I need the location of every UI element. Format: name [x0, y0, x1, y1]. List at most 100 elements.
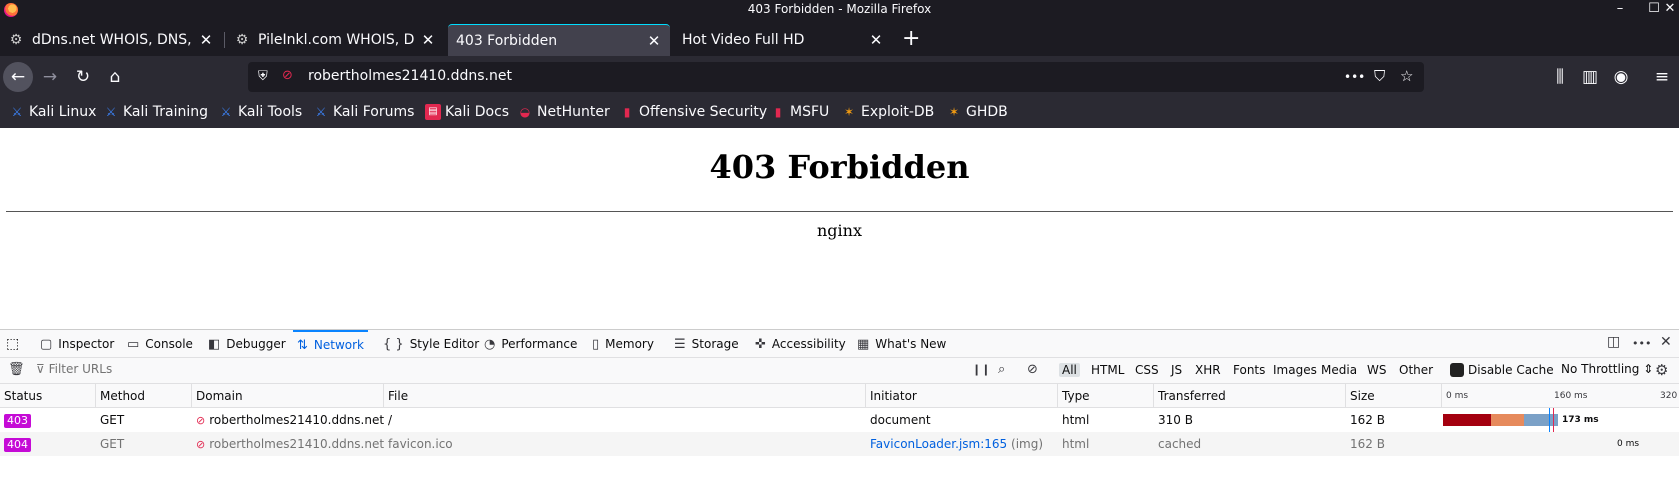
back-button[interactable]: ← — [3, 62, 33, 92]
bookmark-kali-linux[interactable]: ⚔ Kali Linux — [9, 104, 97, 120]
url-text[interactable]: robertholmes21410.ddns.net — [308, 68, 512, 84]
transferred-cell: 310 B — [1158, 413, 1193, 427]
account-icon[interactable]: ◉ — [1606, 62, 1636, 92]
nethunter-icon: ◒ — [519, 105, 531, 119]
waterfall-tick: 320 r — [1660, 391, 1679, 401]
tab-label: PileInkl.com WHOIS, DN — [258, 32, 414, 48]
transferred-cell: cached — [1158, 437, 1202, 451]
bookmark-ghdb[interactable]: ✶ GHDB — [946, 104, 1008, 120]
col-method[interactable]: Method — [96, 384, 192, 408]
waterfall-tick: 0 ms — [1446, 391, 1469, 401]
insecure-lock-icon[interactable]: ⊘ — [282, 68, 293, 83]
tab-whats-new[interactable]: ▦ What's New — [857, 330, 946, 358]
page-heading: 403 Forbidden — [709, 148, 970, 186]
bookmark-kali-training[interactable]: ⚔ Kali Training — [103, 104, 208, 120]
tab-403-forbidden[interactable]: 403 Forbidden ✕ — [448, 24, 670, 56]
close-window-button[interactable]: ✕ — [1662, 1, 1678, 16]
col-file[interactable]: File — [384, 384, 866, 408]
tab-network[interactable]: ⇅ Network — [293, 330, 369, 358]
file-cell: favicon.ico — [388, 437, 453, 451]
status-cell: 403 — [0, 408, 96, 432]
tab-debugger[interactable]: ◧ Debugger — [208, 330, 286, 358]
bookmark-offensive-security[interactable]: ▮ Offensive Security — [619, 104, 768, 120]
filter-images[interactable]: Images — [1270, 363, 1320, 377]
maximize-button[interactable]: ☐ — [1644, 1, 1664, 16]
url-bar[interactable]: ⛨ ⊘ robertholmes21410.ddns.net ••• ⛉ ☆ — [248, 62, 1424, 92]
table-row[interactable]: 403 GET ⊘ robertholmes21410.ddns.net / do… — [0, 408, 1679, 456]
page-actions-icon[interactable]: ••• — [1344, 70, 1365, 84]
reload-button[interactable]: ↻ — [68, 62, 98, 92]
tab-close-icon[interactable]: ✕ — [198, 31, 214, 49]
tab-inspector[interactable]: ▢ Inspector — [40, 330, 114, 358]
bookmark-kali-forums[interactable]: ⚔ Kali Forums — [313, 104, 415, 120]
window-title: 403 Forbidden - Mozilla Firefox — [747, 2, 932, 16]
filter-fonts[interactable]: Fonts — [1230, 363, 1268, 377]
block-icon[interactable]: ⊘ — [1027, 362, 1038, 377]
devtools-panel: ⬚ ▢ Inspector ▭ Console ◧ Debugger ⇅ Network… — [0, 329, 1679, 491]
table-row[interactable]: 404 GET ⊘ robertholmes21410.ddns.net favi… — [0, 432, 1679, 456]
sidebar-icon[interactable]: ▥ — [1575, 62, 1605, 92]
col-size[interactable]: Size — [1346, 384, 1442, 408]
tab-performance[interactable]: ◔ Performance — [484, 330, 577, 358]
tab-close-icon[interactable]: ✕ — [646, 32, 662, 50]
tab-strip: ⚙ dDns.net WHOIS, DNS, & ✕ ⚙ PileInkl.co… — [0, 20, 1679, 56]
tab-hot-video[interactable]: Hot Video Full HD ✕ — [674, 24, 892, 56]
disable-cache-checkbox[interactable]: Disable Cache — [1450, 363, 1554, 377]
gear-icon: ⚙ — [9, 32, 23, 48]
filter-urls-input[interactable]: ⊽ Filter URLs — [36, 362, 112, 376]
tab-pileinkl-whois[interactable]: ⚙ PileInkl.com WHOIS, DN ✕ — [226, 24, 444, 56]
domain-cell: ⊘ robertholmes21410.ddns.net — [196, 437, 384, 451]
col-transferred[interactable]: Transferred — [1154, 384, 1346, 408]
initiator-cell: document — [870, 413, 931, 427]
tab-memory[interactable]: ▯ Memory — [592, 330, 654, 358]
throttling-select[interactable]: No Throttling ⇕ — [1561, 362, 1653, 376]
tab-close-icon[interactable]: ✕ — [868, 31, 884, 49]
filter-xhr[interactable]: XHR — [1192, 363, 1224, 377]
filter-js[interactable]: JS — [1168, 363, 1185, 377]
filter-other[interactable]: Other — [1396, 363, 1436, 377]
col-status[interactable]: Status — [0, 384, 96, 408]
shield-icon[interactable]: ⛨ — [258, 69, 268, 84]
col-domain[interactable]: Domain — [192, 384, 384, 408]
bookmark-exploit-db[interactable]: ✶ Exploit-DB — [841, 104, 934, 120]
bookmark-kali-docs[interactable]: ▤ Kali Docs — [425, 104, 509, 120]
tab-storage[interactable]: ☰ Storage — [674, 330, 739, 358]
forward-button[interactable]: → — [35, 62, 65, 92]
new-tab-button[interactable]: + — [902, 28, 920, 50]
bookmark-kali-tools[interactable]: ⚔ Kali Tools — [218, 104, 303, 120]
tab-style-editor[interactable]: { } Style Editor — [383, 330, 479, 358]
search-icon[interactable]: ⌕ — [998, 362, 1005, 377]
dock-side-icon[interactable]: ◫ — [1607, 334, 1620, 350]
initiator-link[interactable]: FaviconLoader.jsm:165 — [870, 437, 1007, 451]
filter-css[interactable]: CSS — [1132, 363, 1162, 377]
devtools-menu-icon[interactable]: ••• — [1632, 337, 1651, 350]
filter-all[interactable]: All — [1059, 363, 1080, 377]
menu-icon[interactable]: ≡ — [1647, 62, 1677, 92]
status-badge: 403 — [4, 414, 31, 428]
library-icon[interactable]: ⫼ — [1545, 62, 1575, 92]
tab-ddns-whois[interactable]: ⚙ dDns.net WHOIS, DNS, & ✕ — [0, 24, 222, 56]
tab-close-icon[interactable]: ✕ — [420, 31, 436, 49]
gear-icon[interactable]: ⚙ — [1655, 361, 1668, 379]
filter-ws[interactable]: WS — [1364, 363, 1389, 377]
filter-html[interactable]: HTML — [1088, 363, 1127, 377]
bookmark-star-icon[interactable]: ☆ — [1400, 67, 1413, 85]
home-button[interactable]: ⌂ — [100, 62, 130, 92]
close-devtools-icon[interactable]: ✕ — [1660, 334, 1672, 350]
bookmark-nethunter[interactable]: ◒ NetHunter — [517, 104, 610, 120]
storage-icon: ☰ — [674, 336, 686, 352]
insecure-icon: ⊘ — [196, 414, 206, 427]
col-waterfall[interactable]: 0 ms 160 ms 320 r — [1442, 384, 1679, 408]
minimize-button[interactable]: – — [1610, 1, 1630, 16]
element-picker-icon[interactable]: ⬚ — [6, 330, 19, 358]
col-type[interactable]: Type — [1058, 384, 1154, 408]
docs-icon: ▤ — [425, 104, 441, 120]
col-initiator[interactable]: Initiator — [866, 384, 1058, 408]
tab-console[interactable]: ▭ Console — [127, 330, 193, 358]
tab-accessibility[interactable]: ✜ Accessibility — [755, 330, 846, 358]
pause-icon[interactable]: ❙❙ — [972, 363, 990, 376]
filter-media[interactable]: Media — [1318, 363, 1360, 377]
trash-icon[interactable]: 🗑 — [8, 362, 25, 377]
bookmark-msfu[interactable]: ▮ MSFU — [770, 104, 830, 120]
pocket-icon[interactable]: ⛉ — [1374, 67, 1385, 85]
